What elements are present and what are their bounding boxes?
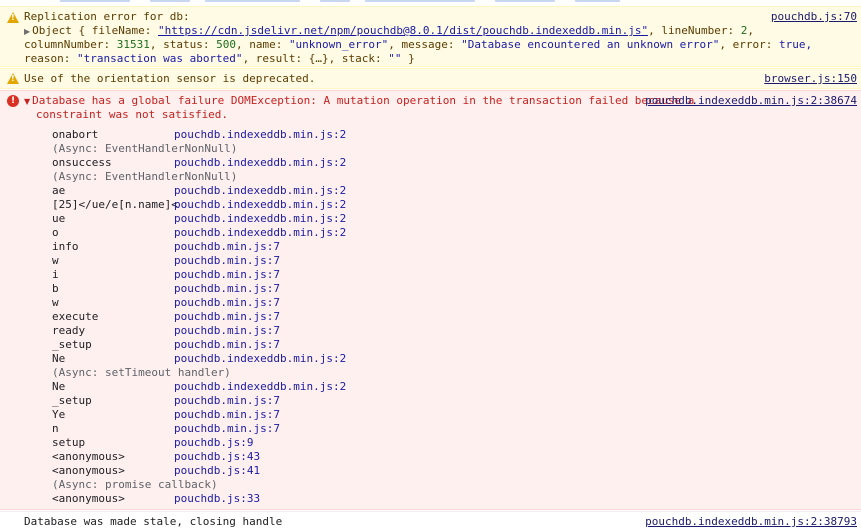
- stack-frame-location-link[interactable]: pouchdb.indexeddb.min.js:2: [174, 156, 346, 170]
- error-message-line1: ▼ Database has a global failure DOMExcept…: [24, 94, 695, 109]
- stack-frame-function: w: [52, 296, 59, 309]
- warning-icon: [7, 12, 19, 23]
- stack-frame-function: b: [52, 282, 59, 295]
- stack-frame-function: info: [52, 240, 79, 253]
- stack-frame-function: onabort: [52, 128, 99, 141]
- error-icon: !: [7, 95, 19, 107]
- stack-frame-location-link[interactable]: pouchdb.indexeddb.min.js:2: [174, 352, 346, 366]
- console-warning-orientation[interactable]: Use of the orientation sensor is depreca…: [0, 68, 861, 89]
- stack-frame-location-link[interactable]: pouchdb.js:43: [174, 450, 260, 464]
- stack-frame-location-link[interactable]: pouchdb.indexeddb.min.js:2: [174, 212, 346, 226]
- stack-frame-function: <anonymous>: [52, 492, 125, 505]
- stack-frame-location-link[interactable]: pouchdb.min.js:7: [174, 268, 280, 282]
- message-text: Database was made stale, closing handle: [24, 515, 283, 528]
- stack-frame-function: ae: [52, 184, 66, 197]
- source-link[interactable]: pouchdb.indexeddb.min.js:2:38674: [645, 94, 857, 108]
- warning-icon: [7, 73, 19, 84]
- stack-frame-location-link[interactable]: pouchdb.indexeddb.min.js:2: [174, 226, 346, 240]
- stack-frame-function: ue: [52, 212, 66, 225]
- async-separator: (Async: promise callback): [52, 478, 218, 491]
- object-preview-line1[interactable]: ▶ Object { fileName: "https://cdn.jsdeliv…: [24, 24, 754, 38]
- stack-frame-function: Ye: [52, 408, 66, 421]
- stack-frame-function: onsuccess: [52, 156, 112, 169]
- async-separator: (Async: setTimeout handler): [52, 366, 231, 379]
- console-log-stale[interactable]: Database was made stale, closing handle …: [0, 511, 861, 531]
- source-link[interactable]: browser.js:150: [764, 72, 857, 86]
- source-link[interactable]: pouchdb.indexeddb.min.js:2:38793: [645, 515, 857, 529]
- stack-frame-function: <anonymous>: [52, 450, 125, 463]
- stack-frame-location-link[interactable]: pouchdb.js:41: [174, 464, 260, 478]
- console-error-global-failure[interactable]: ! ▼ Database has a global failure DOMExce…: [0, 90, 861, 510]
- stack-frame-location-link[interactable]: pouchdb.indexeddb.min.js:2: [174, 380, 346, 394]
- async-separator: (Async: EventHandlerNonNull): [52, 142, 238, 155]
- error-message-line2: constraint was not satisfied.: [36, 108, 229, 121]
- stack-frame-function: i: [52, 268, 59, 281]
- stack-frame-function: execute: [52, 310, 99, 323]
- stack-frame-function: _setup: [52, 338, 92, 351]
- stack-frame-function: <anonymous>: [52, 464, 125, 477]
- stack-frame-location-link[interactable]: pouchdb.min.js:7: [174, 296, 280, 310]
- object-preview-line2: columnNumber: 31531, status: 500, name: …: [24, 38, 813, 51]
- stack-frame-location-link[interactable]: pouchdb.min.js:7: [174, 254, 280, 268]
- async-separator: (Async: EventHandlerNonNull): [52, 170, 238, 183]
- stack-frame-function: Ne: [52, 380, 66, 393]
- stack-frame-location-link[interactable]: pouchdb.min.js:7: [174, 408, 280, 422]
- stack-frame-function: w: [52, 254, 59, 267]
- stack-frame-function: setup: [52, 436, 86, 449]
- expand-triangle-icon[interactable]: ▶: [24, 25, 30, 39]
- stack-frame-location-link[interactable]: pouchdb.indexeddb.min.js:2: [174, 198, 346, 212]
- stack-frame-location-link[interactable]: pouchdb.min.js:7: [174, 324, 280, 338]
- message-text: Replication error for db:: [24, 10, 190, 23]
- object-preview-line3: reason: "transaction was aborted", resul…: [24, 52, 415, 65]
- stack-frame-location-link[interactable]: pouchdb.min.js:7: [174, 310, 280, 324]
- console-warning-replication[interactable]: Replication error for db: pouchdb.js:70 …: [0, 6, 861, 67]
- stack-frame-location-link[interactable]: pouchdb.js:9: [174, 436, 253, 450]
- stack-frame-location-link[interactable]: pouchdb.min.js:7: [174, 394, 280, 408]
- stack-frame-location-link[interactable]: pouchdb.indexeddb.min.js:2: [174, 184, 346, 198]
- stack-frame-function: _setup: [52, 394, 92, 407]
- source-link[interactable]: pouchdb.js:70: [771, 10, 857, 24]
- collapse-triangle-icon[interactable]: ▼: [24, 95, 30, 109]
- stack-frame-function: n: [52, 422, 59, 435]
- stack-frame-location-link[interactable]: pouchdb.indexeddb.min.js:2: [174, 128, 346, 142]
- stack-frame-function: ready: [52, 324, 86, 337]
- stack-frame-location-link[interactable]: pouchdb.min.js:7: [174, 422, 280, 436]
- stack-frame-location-link[interactable]: pouchdb.min.js:7: [174, 240, 280, 254]
- stack-frame-function: Ne: [52, 352, 66, 365]
- message-text: Use of the orientation sensor is depreca…: [24, 72, 316, 85]
- stack-frame-location-link[interactable]: pouchdb.min.js:7: [174, 282, 280, 296]
- stack-frame-function: [25]</ue/e[n.name]<: [52, 198, 178, 211]
- stack-frame-function: o: [52, 226, 59, 239]
- object-file-link[interactable]: "https://cdn.jsdelivr.net/npm/pouchdb@8.…: [158, 24, 648, 37]
- stack-frame-location-link[interactable]: pouchdb.js:33: [174, 492, 260, 506]
- stack-frame-location-link[interactable]: pouchdb.min.js:7: [174, 338, 280, 352]
